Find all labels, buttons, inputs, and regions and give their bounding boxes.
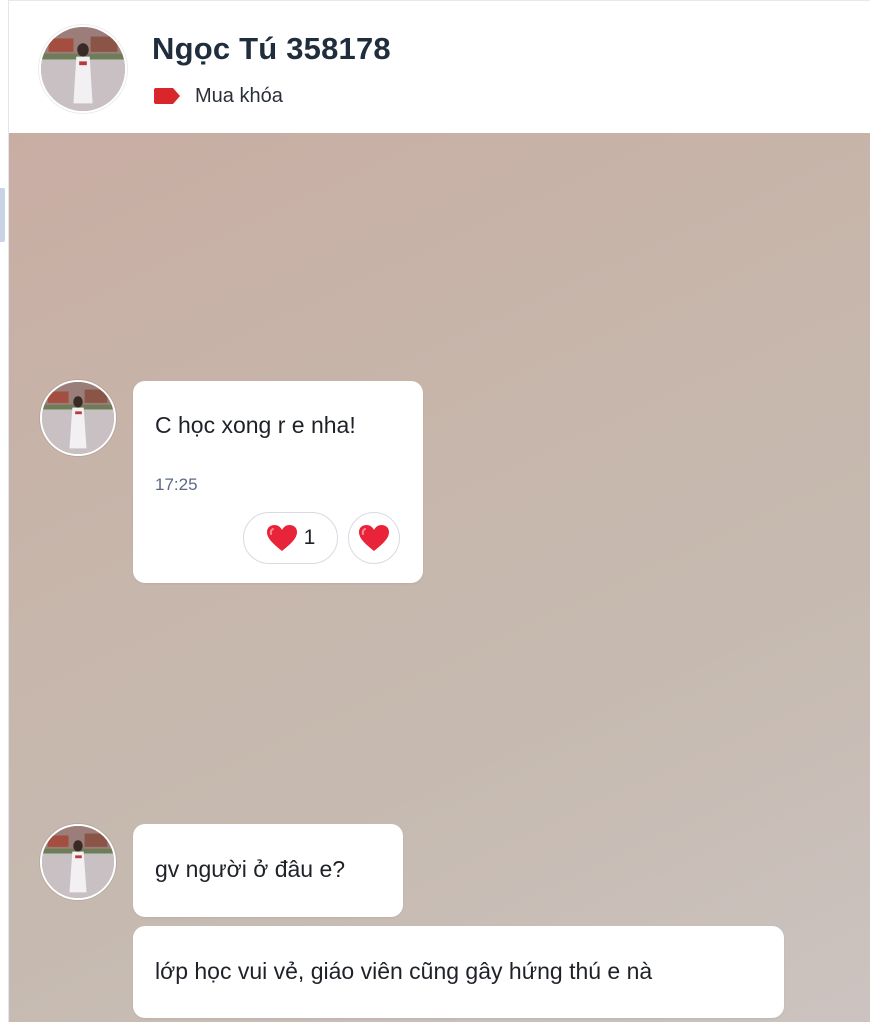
heart-icon	[266, 524, 298, 552]
chat-window: Ngọc Tú 358178 Mua khóa C học xong r e n…	[0, 0, 870, 1022]
sender-avatar[interactable]	[40, 380, 116, 456]
message-text: gv người ở đâu e?	[155, 856, 346, 882]
message-text: C học xong r e nha!	[155, 412, 356, 438]
reaction-count: 1	[303, 526, 316, 549]
sidebar-edge	[0, 0, 9, 1022]
contact-avatar[interactable]	[39, 25, 127, 113]
message-bubble[interactable]: C học xong r e nha! 17:25 1	[133, 381, 423, 583]
message-bubble[interactable]: lớp học vui vẻ, giáo viên cũng gây hứng …	[133, 926, 784, 1018]
tag-label: Mua khóa	[195, 84, 283, 107]
sidebar-scroll-indicator[interactable]	[0, 188, 5, 242]
conversation-header: Ngọc Tú 358178 Mua khóa	[9, 0, 870, 133]
heart-icon	[358, 524, 390, 552]
reaction-heart-count[interactable]: 1	[243, 512, 338, 564]
contact-tag[interactable]: Mua khóa	[153, 83, 283, 109]
label-tag-icon	[153, 88, 181, 104]
message-bubble[interactable]: gv người ở đâu e?	[133, 824, 403, 917]
add-heart-reaction-button[interactable]	[348, 512, 400, 564]
message-text: lớp học vui vẻ, giáo viên cũng gây hứng …	[155, 958, 653, 984]
message-list[interactable]: C học xong r e nha! 17:25 1 gv người ở đ…	[9, 133, 870, 1022]
sender-avatar[interactable]	[40, 824, 116, 900]
contact-name: Ngọc Tú 358178	[152, 31, 391, 66]
message-time: 17:25	[155, 475, 198, 494]
